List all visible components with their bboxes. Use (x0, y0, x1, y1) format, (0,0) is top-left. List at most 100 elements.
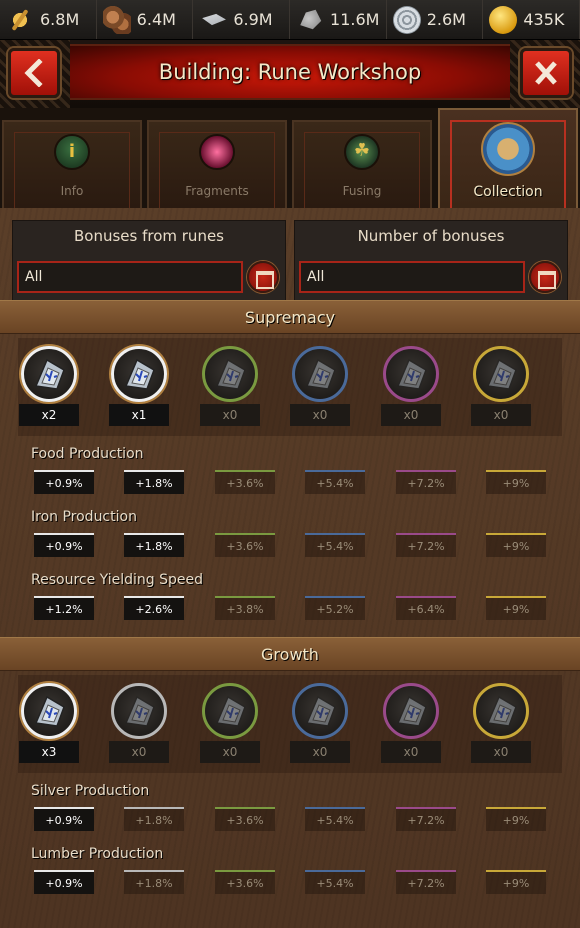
bonus-value: +9% (486, 807, 546, 831)
bonus-value: +5.2% (305, 596, 365, 620)
bonus-value: +7.2% (396, 533, 456, 557)
bonus-value: +5.4% (305, 533, 365, 557)
section-header: Supremacy (0, 300, 580, 334)
bonus-value: +5.4% (305, 807, 365, 831)
bonus-value: +1.2% (34, 596, 94, 620)
rune-slot[interactable]: x0 (471, 346, 531, 432)
chest-icon (481, 122, 535, 176)
rune-count: x0 (200, 741, 260, 763)
page-title: Building: Rune Workshop (158, 60, 422, 84)
rune-stone-icon (123, 356, 157, 392)
collection-panel: Bonuses from runes All Number of bonuses… (0, 208, 580, 928)
bonus-value: +1.8% (124, 470, 184, 494)
bonus-value: +5.4% (305, 470, 365, 494)
bonus-value: +5.4% (305, 870, 365, 894)
bonus-value: +1.8% (124, 533, 184, 557)
resource-value: 2.6M (426, 10, 466, 29)
resource-value: 11.6M (330, 10, 380, 29)
resource-value: 6.8M (40, 10, 80, 29)
bonus-value: +0.9% (34, 470, 94, 494)
resource-item[interactable]: 435K (483, 0, 580, 39)
rune-stone-icon (214, 693, 248, 729)
rune-count: x1 (109, 404, 169, 426)
rune-slot[interactable]: x0 (109, 683, 169, 769)
tab-collection[interactable]: Collection (438, 108, 578, 208)
tab-fusing[interactable]: Fusing (292, 120, 432, 208)
rune-slot[interactable]: x0 (290, 683, 350, 769)
bonus-value: +0.9% (34, 533, 94, 557)
rune-slot[interactable]: x0 (200, 683, 260, 769)
count-select[interactable]: All (299, 261, 525, 293)
info-icon (54, 134, 90, 170)
bonuses-select[interactable]: All (17, 261, 243, 293)
bonus-value: +0.9% (34, 870, 94, 894)
bonus-value: +6.4% (396, 596, 456, 620)
rune-count: x0 (381, 404, 441, 426)
resource-item[interactable]: 6.9M (193, 0, 291, 39)
potion-icon (199, 134, 235, 170)
iron-icon (202, 13, 226, 26)
tab-bar: Info Fragments Fusing Collection (0, 108, 580, 208)
rune-stone-icon (395, 693, 429, 729)
triquetra-icon (344, 134, 380, 170)
silver-icon (392, 5, 421, 34)
rune-stone-icon (304, 693, 338, 729)
close-button[interactable] (520, 48, 572, 98)
rune-stone-icon (214, 356, 248, 392)
resource-item[interactable]: 11.6M (290, 0, 387, 39)
rune-slot[interactable]: x0 (471, 683, 531, 769)
rune-stone-icon (304, 356, 338, 392)
bonus-value: +7.2% (396, 870, 456, 894)
rune-slot[interactable]: x0 (381, 683, 441, 769)
bonus-value: +2.6% (124, 596, 184, 620)
rune-count: x2 (19, 404, 79, 426)
bonus-value: +1.8% (124, 807, 184, 831)
bonuses-filter: Bonuses from runes All (12, 220, 286, 304)
rune-slot[interactable]: x0 (290, 346, 350, 432)
rune-slot[interactable]: x0 (381, 346, 441, 432)
tab-label: Fusing (342, 184, 382, 198)
resource-value: 6.9M (233, 10, 273, 29)
wheat-icon (6, 5, 34, 34)
rune-stone-icon (33, 693, 67, 729)
rune-row: x2 x1 x0 x0 x0 x0 (18, 338, 562, 436)
tab-fragments[interactable]: Fragments (147, 120, 287, 208)
resource-item[interactable]: 6.8M (0, 0, 97, 39)
bonus-label: Lumber Production (31, 846, 164, 862)
rune-slot[interactable]: x3 (19, 683, 79, 769)
rune-count: x0 (200, 404, 260, 426)
stone-icon (300, 9, 322, 30)
bonus-value: +3.8% (215, 596, 275, 620)
dropdown-button[interactable] (247, 261, 279, 293)
rune-count: x0 (471, 404, 531, 426)
resource-value: 6.4M (136, 10, 176, 29)
rune-slot[interactable]: x2 (19, 346, 79, 432)
rune-stone-icon (123, 693, 157, 729)
count-filter: Number of bonuses All (294, 220, 568, 304)
rune-count: x0 (109, 741, 169, 763)
rune-stone-icon (485, 693, 519, 729)
filter-label: Number of bonuses (357, 227, 505, 245)
rune-count: x0 (471, 741, 531, 763)
back-button[interactable] (8, 48, 60, 98)
title-banner: Building: Rune Workshop (70, 44, 510, 100)
close-icon (535, 61, 557, 85)
rune-slot[interactable]: x0 (200, 346, 260, 432)
tab-info[interactable]: Info (2, 120, 142, 208)
rune-slot[interactable]: x1 (109, 346, 169, 432)
rune-count: x0 (290, 404, 350, 426)
bonus-value: +9% (486, 596, 546, 620)
resource-item[interactable]: 6.4M (96, 0, 194, 39)
resource-value: 435K (523, 10, 565, 29)
tab-label: Fragments (185, 184, 249, 198)
resource-item[interactable]: 2.6M (386, 0, 484, 39)
dropdown-button[interactable] (529, 261, 561, 293)
resource-bar: 6.8M 6.4M 6.9M 11.6M 2.6M 435K (0, 0, 580, 40)
bonus-label: Resource Yielding Speed (31, 572, 203, 588)
bonus-label: Food Production (31, 446, 144, 462)
rune-count: x0 (290, 741, 350, 763)
bonus-value: +9% (486, 470, 546, 494)
bonus-label: Iron Production (31, 509, 137, 525)
rune-count: x0 (381, 741, 441, 763)
tab-label: Collection (473, 184, 543, 200)
